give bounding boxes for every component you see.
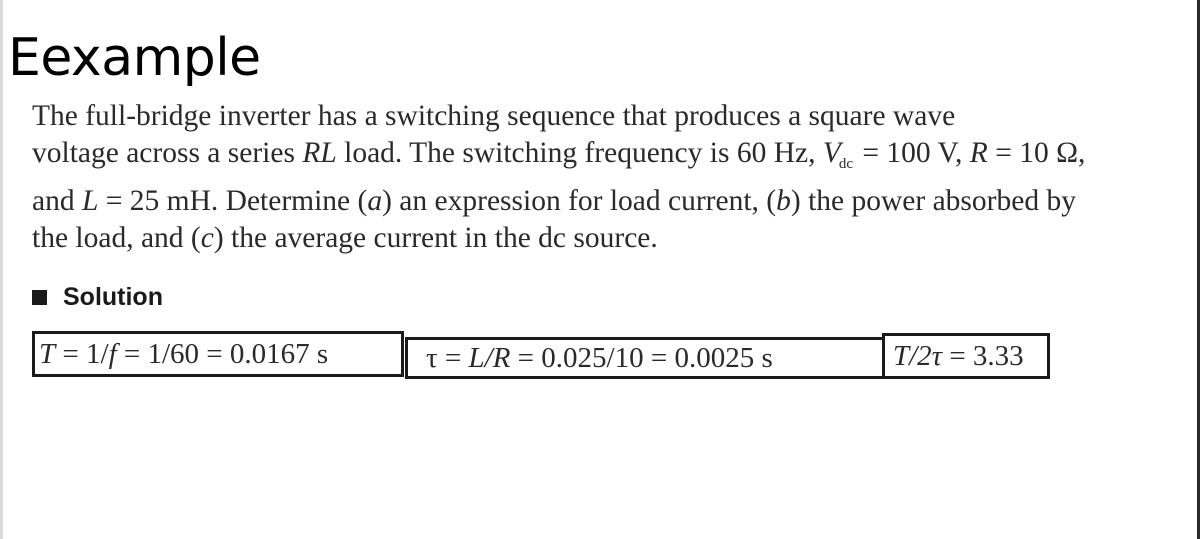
l-over-r-symbol: L/R <box>468 342 511 374</box>
rl-symbol: RL <box>302 137 337 169</box>
problem-line-4: the load, and (c) the average current in… <box>32 220 1192 257</box>
text-span: ) an expression for load current, ( <box>382 185 777 217</box>
text-span: = 25 mH. Determine ( <box>98 185 368 217</box>
r-symbol: R <box>969 137 988 169</box>
text-span: = 10 Ω, <box>987 137 1086 169</box>
text-span: = <box>437 342 469 374</box>
tau-symbol: τ <box>426 342 438 374</box>
text-span: the load, and ( <box>32 222 201 254</box>
text-span: = 1/ <box>55 338 109 370</box>
text-span: = 100 V, <box>855 137 970 169</box>
equation-ratio: T/2τ = 3.33 <box>882 333 1050 379</box>
page-title: Eexample <box>8 28 261 88</box>
problem-line-1: The full-bridge inverter has a switching… <box>32 100 956 132</box>
f-symbol: f <box>108 338 117 370</box>
solution-heading-text: Solution <box>63 283 163 311</box>
text-span: = 1/60 = 0.0167 s <box>116 338 329 370</box>
solution-heading: Solution <box>32 283 163 312</box>
l-symbol: L <box>81 185 99 217</box>
equation-time-constant: τ = L/R = 0.025/10 = 0.0025 s <box>405 337 897 379</box>
problem-statement: The full-bridge inverter has a switching… <box>32 98 1192 257</box>
text-span: = 0.025/10 = 0.0025 s <box>510 342 773 374</box>
text-span: ) the average current in the dc source. <box>213 222 658 254</box>
part-a-label: a <box>367 185 383 217</box>
text-span: voltage across a series <box>32 137 303 169</box>
v-subscript: dc <box>838 156 854 172</box>
left-border <box>0 0 3 539</box>
text-span: load. The switching frequency is 60 Hz, <box>336 137 823 169</box>
text-span: ) the power absorbed by <box>790 185 1076 217</box>
equation-period: T = 1/f = 1/60 = 0.0167 s <box>32 331 404 377</box>
problem-line-2: voltage across a series RL load. The swi… <box>32 135 1192 183</box>
square-bullet-icon <box>32 290 47 305</box>
part-c-label: c <box>200 222 214 254</box>
text-span: and <box>32 185 82 217</box>
text-span: = 3.33 <box>942 340 1024 372</box>
t-over-2tau-symbol: T/2τ <box>893 340 943 372</box>
problem-line-3: and L = 25 mH. Determine (a) an expressi… <box>32 183 1192 220</box>
t-symbol: T <box>39 338 56 370</box>
part-b-label: b <box>776 185 791 217</box>
